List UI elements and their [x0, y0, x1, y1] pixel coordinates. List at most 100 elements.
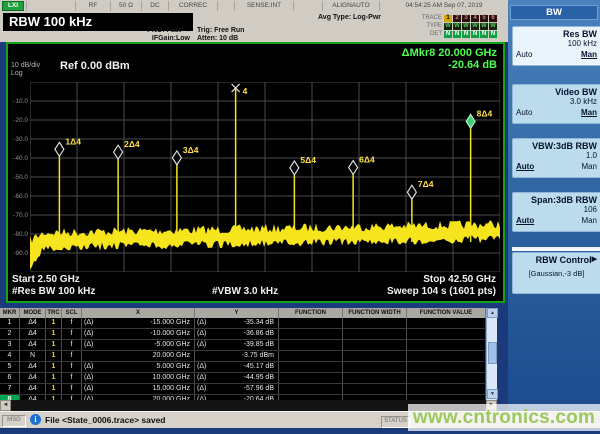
x-value: 10.000 GHz	[152, 374, 190, 381]
y-axis-label: -40.0	[13, 154, 28, 162]
man-option[interactable]: Man	[581, 107, 597, 118]
softkey-title: VBW:3dB RBW	[532, 141, 597, 151]
man-option[interactable]: Man	[581, 161, 597, 172]
table-row[interactable]: 3 Δ4 1 f (Δ) -5.000 GHz (Δ) -39.85 dB	[0, 340, 497, 351]
pno-arrow-icon: →	[183, 27, 190, 34]
status-cell-rf: RF	[75, 1, 110, 11]
table-row[interactable]: 2 Δ4 1 f (Δ) -10.000 GHz (Δ) -36.86 dB	[0, 329, 497, 340]
marker-label: 4	[243, 86, 248, 96]
cell-function-value	[407, 362, 486, 372]
delta-marker-readout: ΔMkr8 20.000 GHz -20.64 dB	[402, 47, 497, 71]
tdm-row-det: DET N N N N N N	[416, 30, 504, 38]
cell-trc: 1	[46, 362, 62, 372]
cell-x: (Δ) 15.000 GHz	[82, 384, 195, 394]
y-delta: (Δ)	[197, 374, 207, 381]
y-axis-label: -20.0	[13, 116, 28, 124]
table-row[interactable]: 4 N 1 f 20.000 GHz -3.75 dBm	[0, 351, 497, 362]
scroll-left-button[interactable]: ◄	[0, 400, 11, 411]
auto-option[interactable]: Auto	[516, 215, 534, 226]
scale-per-div-label: 10 dB/div	[11, 62, 41, 69]
cell-mkr: 4	[0, 351, 20, 361]
status-strip: LXI RF 50 Ω DC CORREC SENSE:INT ALIGNAUTO 04:54…	[0, 0, 508, 12]
table-row[interactable]: 1 Δ4 1 f (Δ) -15.000 GHz (Δ) -35.34 dB	[0, 318, 497, 329]
ref-level-label: Ref 0.00 dBm	[60, 60, 130, 72]
marker-table: MKR MODE TRC SCL X Y FUNCTION FUNCTION WIDTH FUN…	[0, 308, 498, 406]
auto-option[interactable]: Auto	[516, 107, 532, 118]
table-row[interactable]: 6 Δ4 1 f (Δ) 10.000 GHz (Δ) -44.95 dB	[0, 373, 497, 384]
marker-4[interactable]: 4	[231, 83, 248, 96]
scroll-up-button[interactable]: ▲	[487, 308, 498, 318]
man-option[interactable]: Man	[581, 215, 597, 226]
column-header-mkr: MKR	[0, 308, 20, 318]
marker-table-vertical-scrollbar[interactable]: ▲ ▼	[486, 308, 498, 400]
cell-function	[279, 373, 343, 383]
cell-scl: f	[62, 384, 82, 394]
column-header-y: Y	[195, 308, 279, 318]
man-option[interactable]: Man	[581, 49, 597, 60]
y-value: -39.85 dB	[243, 341, 274, 348]
column-header-x: X	[82, 308, 195, 318]
x-delta: (Δ)	[84, 363, 94, 370]
column-header-function-width: FUNCTION WIDTH	[343, 308, 407, 318]
cell-function-value	[407, 384, 486, 394]
vertical-scroll-thumb[interactable]	[488, 342, 497, 364]
cell-scl: f	[62, 362, 82, 372]
softkey-res-bw[interactable]: Res BW 100 kHz Auto Man	[512, 26, 600, 66]
trigger-annotation: Trig: Free Run Atten: 10 dB	[197, 27, 287, 43]
y-axis-label: -30.0	[13, 135, 28, 143]
spectrum-display-window: 10 dB/div Log Ref 0.00 dBm ΔMkr8 20.000 …	[6, 42, 505, 303]
cell-mode: Δ4	[20, 340, 46, 350]
marker-8[interactable]: 8Δ4	[465, 108, 493, 130]
cell-function	[279, 351, 343, 361]
marker-table-header: MKR MODE TRC SCL X Y FUNCTION FUNCTION WIDTH FUN…	[0, 308, 497, 318]
info-icon: i	[30, 414, 41, 425]
submenu-arrow-icon: ▶	[591, 256, 597, 263]
marker-label: 7Δ4	[418, 179, 434, 189]
y-value: -36.86 dB	[243, 330, 274, 337]
auto-option[interactable]: Auto	[516, 49, 532, 60]
status-cell-correc: CORREC	[168, 1, 217, 11]
softkey-auto-man-row: Auto Man	[516, 215, 597, 226]
softkey-video-bw[interactable]: Video BW 3.0 kHz Auto Man	[512, 84, 600, 124]
x-delta: (Δ)	[84, 374, 94, 381]
cell-y: (Δ) -36.86 dB	[195, 329, 279, 339]
softkey-vbw-3db-rbw[interactable]: VBW:3dB RBW 1.0 Auto Man	[512, 138, 600, 178]
tdm-cell-trace5: 5	[480, 14, 488, 22]
softkey-value: 3.0 kHz	[569, 97, 597, 106]
tdm-cell-type2: W	[453, 22, 461, 30]
y-delta: (Δ)	[197, 319, 207, 326]
tdm-cell-det6: N	[489, 30, 497, 38]
cell-y: (Δ) -44.95 dB	[195, 373, 279, 383]
cell-function	[279, 329, 343, 339]
auto-option[interactable]: Auto	[516, 161, 534, 172]
status-message: File <State_0006.trace> saved	[45, 415, 166, 425]
y-value: -3.75 dBm	[241, 352, 274, 359]
status-cell-: 50 Ω	[110, 1, 141, 11]
marker-3[interactable]: 3Δ4	[171, 145, 199, 166]
tdm-cell-trace1: 1	[444, 14, 452, 22]
cell-mode: Δ4	[20, 384, 46, 394]
softkey-span-3db-rbw[interactable]: Span:3dB RBW 106 Auto Man	[512, 192, 600, 232]
table-row[interactable]: 5 Δ4 1 f (Δ) 5.000 GHz (Δ) -45.17 dB	[0, 362, 497, 373]
marker-2[interactable]: 2Δ4	[112, 139, 140, 161]
trace-type-det-matrix: TRACE 1 2 3 4 5 6 TYPE W W W W W W DET N N N N N N	[416, 14, 504, 38]
table-row[interactable]: 7 Δ4 1 f (Δ) 15.000 GHz (Δ) -57.96 dB	[0, 384, 497, 395]
marker-diamond-icon	[406, 184, 418, 201]
cell-function	[279, 340, 343, 350]
scroll-down-button[interactable]: ▼	[487, 389, 498, 399]
sweep-time-label: Sweep 104 s (1601 pts)	[387, 286, 496, 297]
cell-mkr: 1	[0, 318, 20, 328]
tdm-cell-type1: W	[444, 22, 452, 30]
stop-freq-label: Stop 42.50 GHz	[423, 274, 496, 285]
marker-label: 8Δ4	[477, 108, 493, 118]
status-cell	[217, 1, 234, 11]
x-delta: (Δ)	[84, 385, 94, 392]
cell-x: (Δ) -15.000 GHz	[82, 318, 195, 328]
lxi-indicator: LXI	[2, 1, 24, 11]
cell-mode: Δ4	[20, 373, 46, 383]
softkey-title: Res BW	[562, 29, 597, 39]
pno-text: PNO: Fast	[147, 27, 182, 34]
softkey-auto-man-row: Auto Man	[516, 161, 597, 172]
x-value: -10.000 GHz	[150, 330, 190, 337]
softkey-rbw-control[interactable]: ▶ RBW Control [Gaussian,-3 dB]	[512, 252, 600, 294]
